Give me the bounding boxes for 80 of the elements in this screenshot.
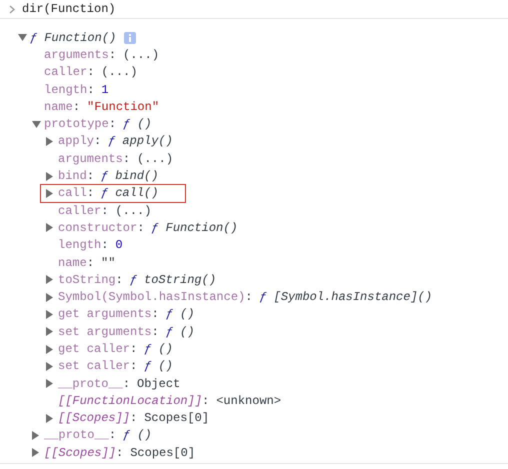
- property-key: name:: [58, 254, 94, 272]
- property-value: (): [158, 341, 173, 358]
- caret-right-icon[interactable]: [32, 448, 39, 458]
- function-marker: ƒ: [30, 30, 38, 47]
- caret-down-icon[interactable]: [32, 120, 41, 128]
- property-key: name:: [44, 98, 80, 116]
- property-value: (): [137, 427, 152, 444]
- property-key: get caller:: [58, 340, 138, 358]
- function-marker: ƒ: [166, 324, 174, 341]
- property-value: (...): [115, 202, 152, 220]
- property-value: (): [180, 324, 194, 341]
- property-key: bind:: [58, 167, 94, 186]
- property-value: (...): [137, 150, 174, 168]
- property-value: (): [158, 358, 173, 376]
- property-key: prototype:: [44, 115, 116, 134]
- caret-right-icon[interactable]: [46, 188, 53, 198]
- property-key: length:: [58, 236, 108, 254]
- caret-right-icon[interactable]: [46, 344, 53, 354]
- property-value: Function(): [166, 220, 238, 237]
- property-key: __proto__:: [44, 426, 116, 444]
- property-key: set arguments:: [58, 322, 159, 341]
- property-key: call:: [58, 184, 94, 202]
- property-value: Object: [137, 376, 180, 393]
- property-value: call(): [115, 185, 158, 202]
- property-value: toString(): [144, 272, 216, 289]
- property-value: Scopes[0]: [144, 410, 210, 428]
- caret-right-icon[interactable]: [46, 414, 53, 423]
- caret-right-icon[interactable]: [46, 362, 53, 371]
- property-value: Scopes[0]: [130, 444, 196, 462]
- property-key: [[Scopes]]:: [58, 409, 138, 428]
- property-value: apply(): [122, 133, 173, 150]
- caret-right-icon[interactable]: [46, 292, 53, 302]
- caret-down-icon[interactable]: [18, 34, 27, 42]
- property-key: length:: [44, 80, 94, 99]
- function-marker: ƒ: [259, 289, 267, 306]
- property-value: (...): [123, 46, 160, 64]
- property-key: constructor:: [58, 218, 144, 237]
- property-key: arguments:: [44, 46, 116, 64]
- function-marker: ƒ: [108, 133, 116, 150]
- property-value: 1: [101, 82, 109, 99]
- function-marker: ƒ: [166, 306, 174, 324]
- property-key: caller:: [58, 202, 108, 220]
- function-marker: ƒ: [144, 358, 152, 376]
- function-marker: ƒ: [151, 220, 159, 237]
- function-marker: ƒ: [130, 272, 138, 289]
- caret-right-icon[interactable]: [46, 310, 53, 319]
- function-marker: ƒ: [123, 116, 130, 134]
- function-marker: ƒ: [101, 168, 108, 186]
- caret-right-icon[interactable]: [46, 275, 53, 284]
- property-key: arguments:: [58, 150, 130, 168]
- prompt-icon: [9, 4, 15, 14]
- caret-right-icon[interactable]: [46, 223, 53, 232]
- property-value: (): [180, 306, 194, 324]
- function-marker: ƒ: [123, 427, 130, 444]
- property-key: get arguments:: [58, 305, 159, 324]
- caret-right-icon[interactable]: [46, 172, 53, 181]
- property-key: caller:: [44, 63, 94, 82]
- property-value: "Function": [87, 98, 160, 116]
- property-key: [[Scopes]]:: [44, 444, 124, 462]
- property-key: Symbol(Symbol.hasInstance):: [58, 288, 252, 306]
- property-key: apply:: [58, 132, 102, 150]
- property-value: bind(): [115, 168, 158, 186]
- console-command: dir(Function): [22, 1, 116, 18]
- property-value: [Symbol.hasInstance](): [274, 289, 432, 306]
- caret-right-icon[interactable]: [32, 430, 39, 440]
- property-key: toString:: [58, 270, 123, 289]
- property-value: <unknown>: [216, 392, 282, 410]
- property-value: 0: [115, 237, 123, 254]
- property-key: __proto__:: [58, 374, 130, 393]
- caret-right-icon[interactable]: [46, 136, 53, 146]
- property-value: "": [101, 254, 116, 272]
- property-value: (): [137, 116, 152, 134]
- property-key: set caller:: [58, 357, 138, 376]
- caret-right-icon[interactable]: [46, 327, 53, 336]
- property-key: [[FunctionLocation]]:: [58, 392, 210, 410]
- function-marker: ƒ: [101, 185, 108, 202]
- property-value: Function(): [44, 30, 116, 47]
- caret-right-icon[interactable]: [46, 379, 53, 388]
- function-marker: ƒ: [144, 341, 152, 358]
- property-value: (...): [101, 64, 138, 82]
